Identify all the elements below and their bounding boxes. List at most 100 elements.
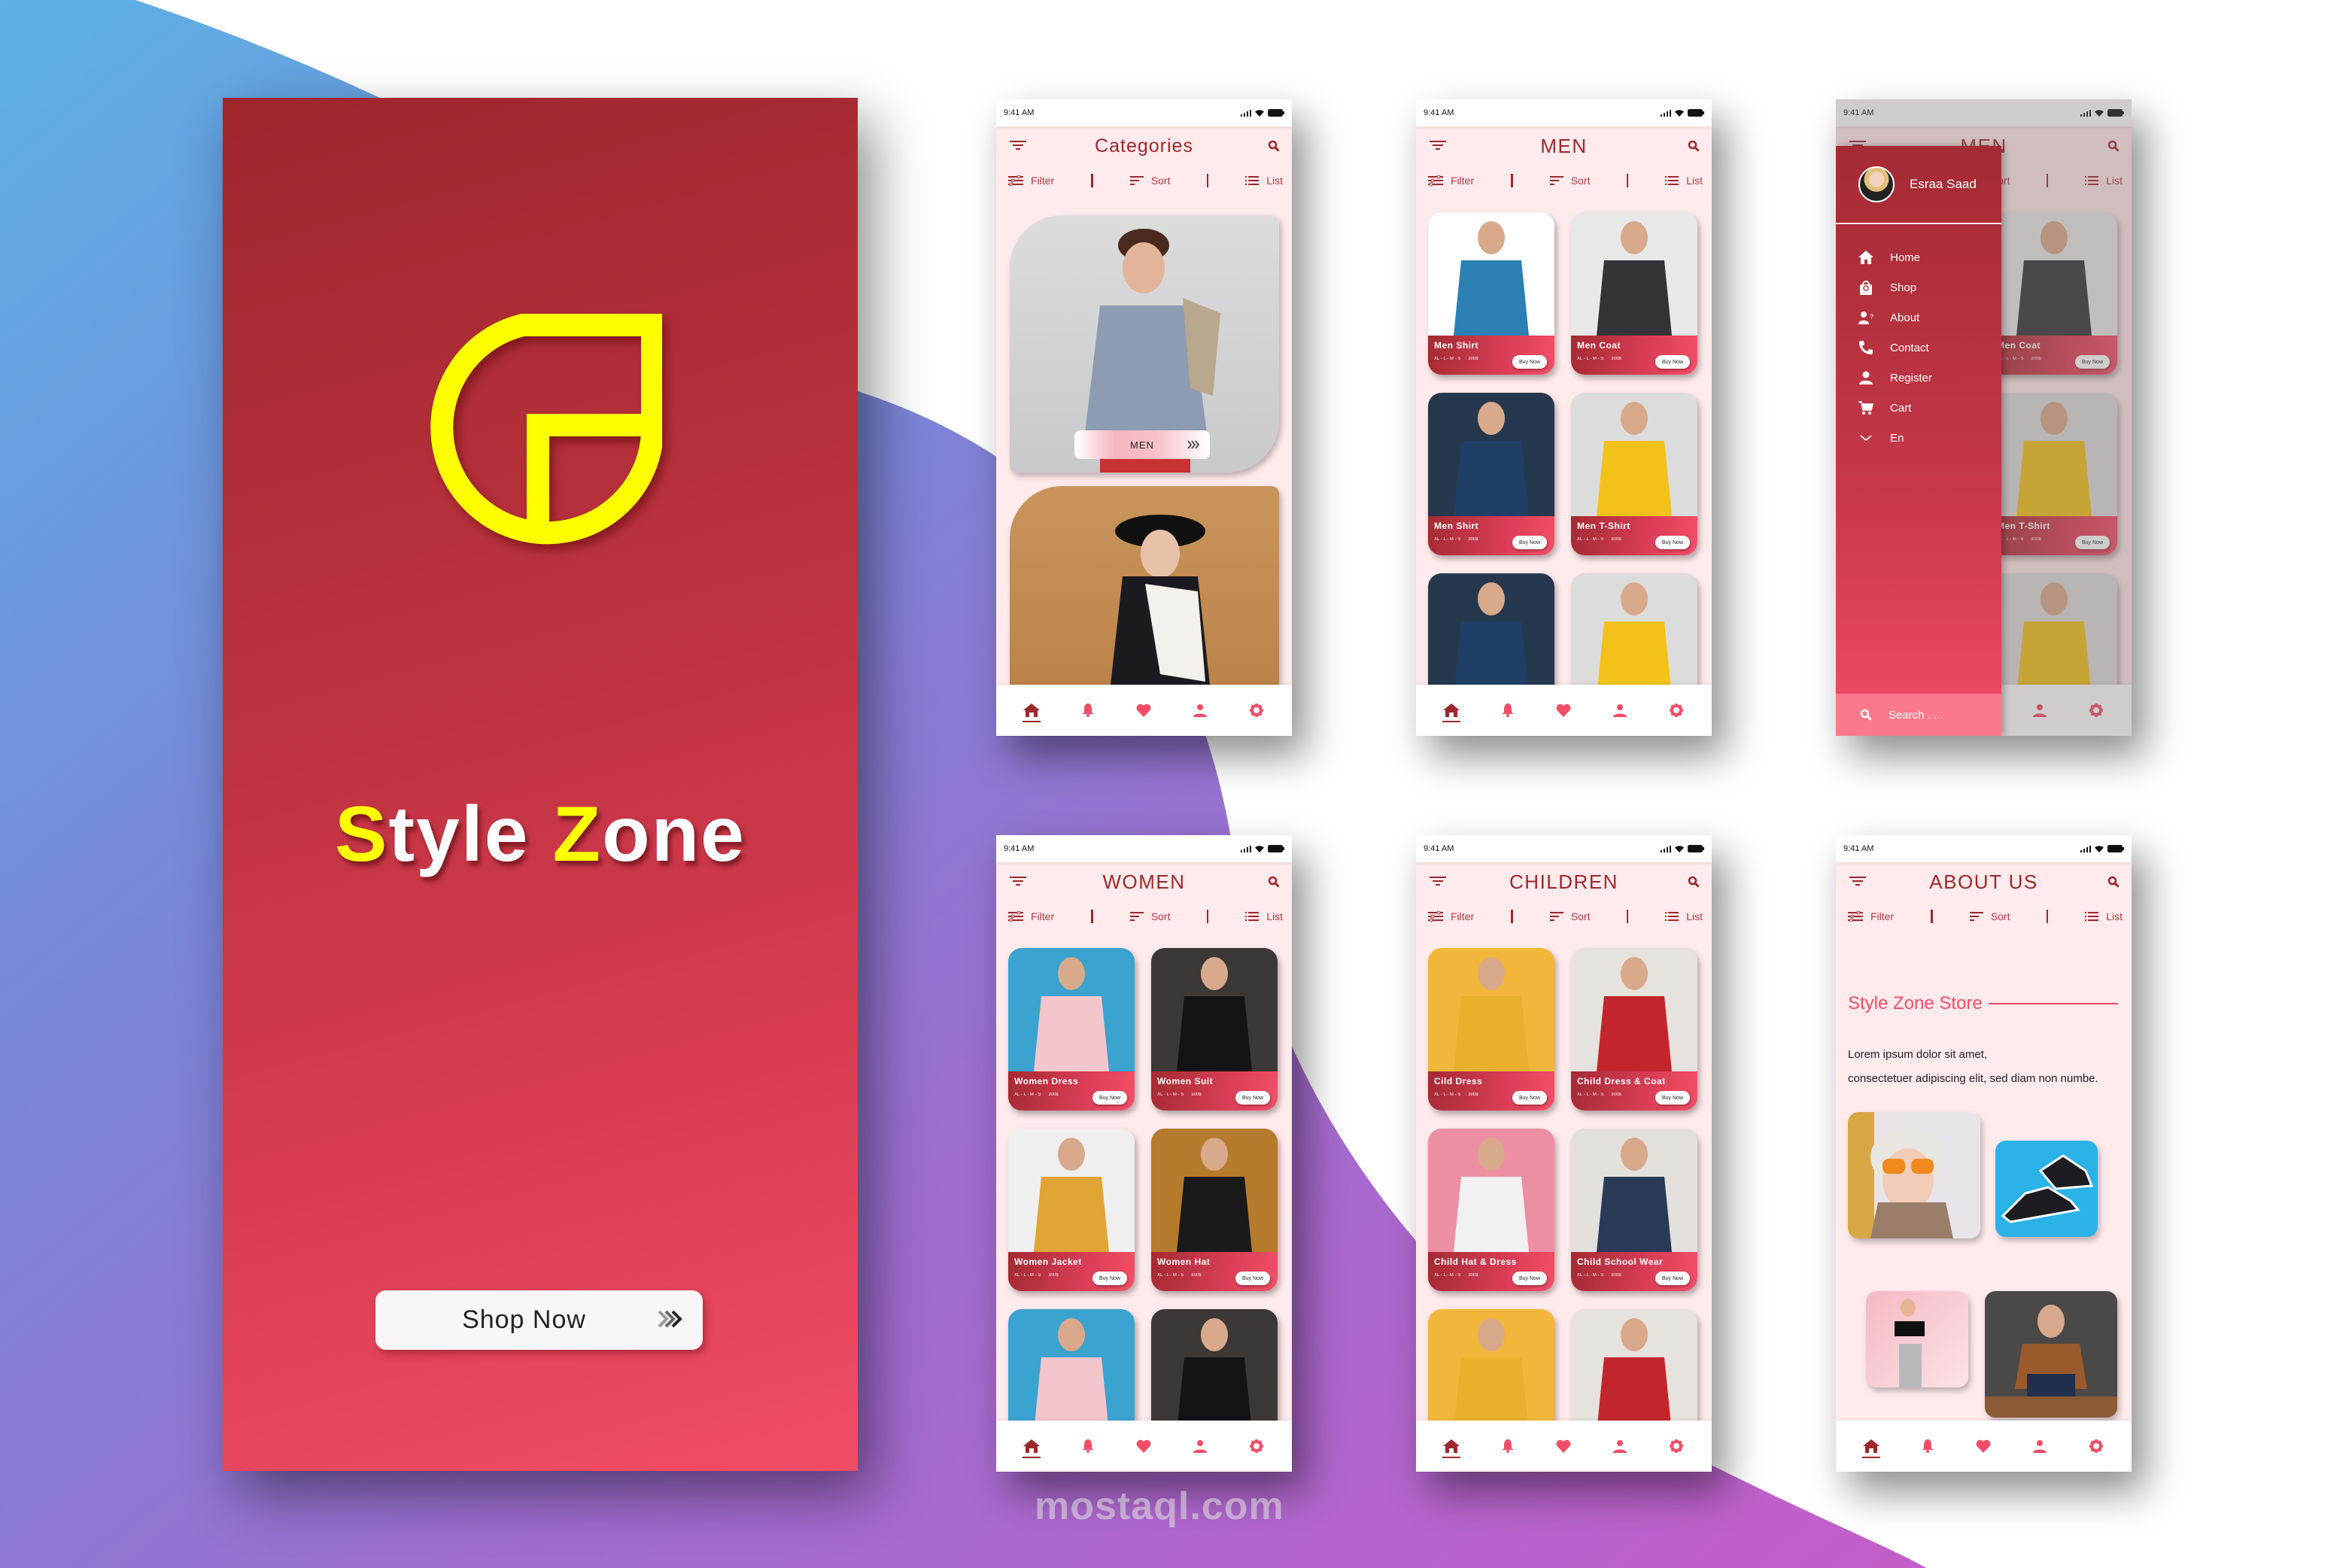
nav-settings[interactable]: [2081, 1431, 2111, 1461]
page-title: MEN: [1540, 134, 1588, 157]
about-description: Lorem ipsum dolor sit amet, consectetuer…: [1848, 1043, 2098, 1091]
product-card[interactable]: Men Shirt XL - L - M - S 300$ Buy Now: [1428, 573, 1554, 685]
drawer-item-shop[interactable]: Shop: [1858, 272, 2001, 302]
product-card[interactable]: Women Hat XL - L - M - S 300$ Buy Now: [1151, 1129, 1278, 1291]
nav-settings[interactable]: [1661, 1431, 1691, 1461]
nav-favorites[interactable]: [1548, 1431, 1579, 1461]
product-card[interactable]: Men Shirt XL - L - M - S 300$ Buy Now: [1428, 393, 1554, 555]
product-card[interactable]: Child Hat & Dress XL - L - M - S 300$ Bu…: [1428, 1129, 1554, 1291]
drawer-item-home[interactable]: Home: [1858, 242, 2001, 272]
list-button[interactable]: List: [1245, 175, 1283, 187]
sort-button[interactable]: Sort: [1549, 175, 1591, 187]
sort-button[interactable]: Sort: [1129, 910, 1171, 922]
buy-now-button[interactable]: Buy Now: [1512, 1272, 1547, 1285]
nav-favorites[interactable]: [1968, 1431, 1998, 1461]
product-card[interactable]: Men Shirt XL - L - M - S 300$ Buy Now: [1428, 212, 1554, 375]
search-icon[interactable]: [1688, 876, 1700, 888]
buy-now-button[interactable]: Buy Now: [1235, 1272, 1270, 1285]
drawer-item-about[interactable]: ? About: [1858, 302, 2001, 333]
product-card[interactable]: Cild Dress XL - L - M - S 300$ Buy Now: [1428, 948, 1554, 1111]
filter-button[interactable]: Filter: [1428, 175, 1474, 187]
nav-profile[interactable]: [1605, 1431, 1635, 1461]
nav-profile[interactable]: [1185, 695, 1215, 725]
nav-profile[interactable]: [1605, 695, 1635, 725]
nav-notifications[interactable]: [1493, 695, 1523, 725]
sort-button[interactable]: Sort: [1129, 175, 1171, 187]
category-card-women[interactable]: [1010, 486, 1279, 685]
buy-now-button[interactable]: Buy Now: [1512, 536, 1547, 549]
list-button[interactable]: List: [2085, 910, 2123, 922]
menu-filter-icon[interactable]: [1430, 877, 1446, 887]
product-card[interactable]: Men T-Shirt XL - L - M - S 300$ Buy Now: [1571, 573, 1697, 685]
product-card[interactable]: Child Dress & Coat XL - L - M - S 300$ B…: [1571, 948, 1697, 1111]
menu-filter-icon[interactable]: [1010, 877, 1026, 887]
nav-settings[interactable]: [1241, 695, 1272, 725]
chevron-down-icon: [1860, 435, 1872, 442]
product-card[interactable]: Women Jacket XL - L - M - S 300$ Buy Now: [1008, 1129, 1135, 1291]
search-icon[interactable]: [1268, 140, 1280, 152]
product-card[interactable]: Men Coat XL - L - M - S 300$ Buy Now: [1571, 212, 1697, 375]
filter-button[interactable]: Filter: [1008, 910, 1054, 922]
category-men-button[interactable]: MEN: [1074, 430, 1210, 459]
nav-home[interactable]: [1016, 1431, 1047, 1461]
search-icon[interactable]: [1268, 876, 1280, 888]
search-icon[interactable]: [2107, 876, 2120, 888]
buy-now-button[interactable]: Buy Now: [1092, 1272, 1127, 1285]
sort-button[interactable]: Sort: [1549, 910, 1591, 922]
gear-icon: [1669, 1439, 1683, 1453]
list-button[interactable]: List: [1665, 175, 1703, 187]
drawer-item-register[interactable]: Register: [1858, 363, 2001, 393]
shop-now-button[interactable]: Shop Now: [375, 1290, 703, 1350]
buy-now-button[interactable]: Buy Now: [1092, 1091, 1127, 1105]
drawer-item-contact[interactable]: Contact: [1858, 333, 2001, 363]
product-card[interactable]: Women Dress XL - L - M - S 300$ Buy Now: [1008, 1309, 1135, 1421]
nav-home[interactable]: [1436, 1431, 1466, 1461]
avatar[interactable]: [1858, 166, 1895, 202]
drawer-item-en[interactable]: En: [1858, 423, 2001, 453]
product-card[interactable]: Women Suit XL - L - M - S 300$ Buy Now: [1151, 1309, 1278, 1421]
product-card[interactable]: Cild Dress XL - L - M - S 300$ Buy Now: [1428, 1309, 1554, 1421]
drawer-item-cart[interactable]: Cart: [1858, 393, 2001, 423]
nav-home[interactable]: [1436, 695, 1466, 725]
nav-home[interactable]: [1856, 1431, 1886, 1461]
nav-favorites[interactable]: [1129, 1431, 1159, 1461]
buy-now-button[interactable]: Buy Now: [1235, 1091, 1270, 1105]
filter-button[interactable]: Filter: [1848, 910, 1894, 922]
list-button[interactable]: List: [1245, 910, 1283, 922]
menu-filter-icon[interactable]: [1010, 141, 1026, 151]
filter-button[interactable]: Filter: [1428, 910, 1474, 922]
triple-chevron-right-icon: [658, 1310, 682, 1328]
product-image: [1428, 573, 1554, 685]
product-card[interactable]: Men T-Shirt XL - L - M - S 300$ Buy Now: [1571, 393, 1697, 555]
nav-profile[interactable]: [1185, 1431, 1215, 1461]
menu-filter-icon[interactable]: [1849, 877, 1866, 887]
nav-notifications[interactable]: [1073, 695, 1103, 725]
search-icon[interactable]: [1688, 140, 1700, 152]
buy-now-button[interactable]: Buy Now: [1655, 536, 1690, 549]
nav-settings[interactable]: [1661, 695, 1691, 725]
filter-button[interactable]: Filter: [1008, 175, 1054, 187]
nav-favorites[interactable]: [1129, 695, 1159, 725]
nav-home[interactable]: [1016, 695, 1047, 725]
buy-now-button[interactable]: Buy Now: [1512, 355, 1547, 369]
product-card[interactable]: Women Suit XL - L - M - S 300$ Buy Now: [1151, 948, 1278, 1111]
drawer-search-input[interactable]: Search . . .: [1836, 694, 2001, 736]
product-card[interactable]: Women Dress XL - L - M - S 300$ Buy Now: [1008, 948, 1135, 1111]
product-card[interactable]: Child Dress & Coat XL - L - M - S 300$ B…: [1571, 1309, 1697, 1421]
buy-now-button[interactable]: Buy Now: [1512, 1091, 1547, 1105]
list-button[interactable]: List: [1665, 910, 1703, 922]
nav-notifications[interactable]: [1913, 1431, 1943, 1461]
nav-notifications[interactable]: [1073, 1431, 1103, 1461]
nav-notifications[interactable]: [1493, 1431, 1523, 1461]
nav-favorites[interactable]: [1548, 695, 1579, 725]
buy-now-button[interactable]: Buy Now: [1655, 1272, 1690, 1285]
bell-icon: [1081, 703, 1094, 717]
buy-now-button[interactable]: Buy Now: [1655, 1091, 1690, 1105]
nav-profile[interactable]: [2025, 1431, 2055, 1461]
sort-button[interactable]: Sort: [1969, 910, 2010, 922]
product-card[interactable]: Child School Wear XL - L - M - S 300$ Bu…: [1571, 1129, 1697, 1291]
buy-now-button[interactable]: Buy Now: [1655, 355, 1690, 369]
nav-settings[interactable]: [1241, 1431, 1272, 1461]
menu-filter-icon[interactable]: [1430, 141, 1446, 151]
category-card-men[interactable]: MEN: [1010, 215, 1279, 473]
